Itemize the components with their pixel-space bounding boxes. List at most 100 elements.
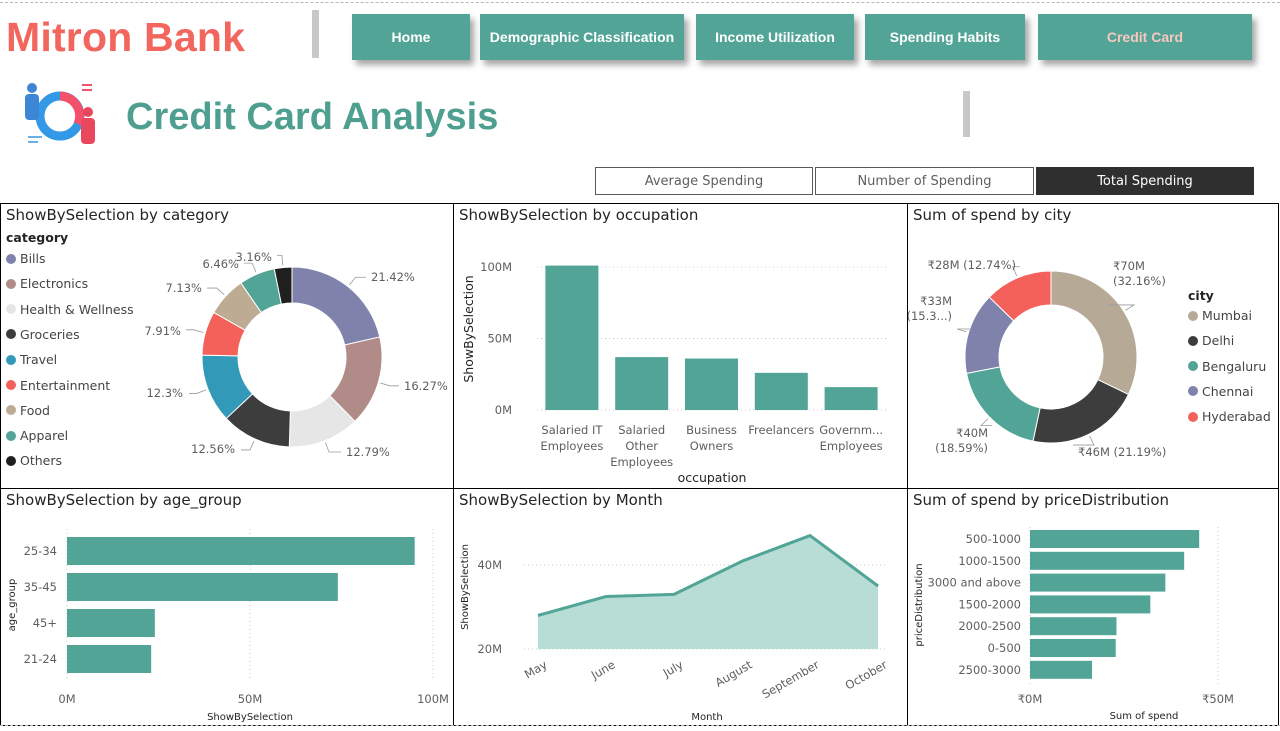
category-data-label-6: 7.13% [165,281,202,295]
category-data-label-8: 3.16% [235,250,272,264]
occupation-bar [615,357,669,410]
city-data-label-4: ₹28M (12.74%) [928,258,1016,272]
occupation-x-tick-label: Salaried IT [541,423,603,437]
age-group-bar-chart: 0M 50M 100M 25-34 35-45 45+ 21-24 ShowBySelecti… [7,529,449,723]
month-y-tick-label: 40M [477,558,502,572]
city-data-label-0: ₹70M [1113,259,1145,273]
month-area-fill [538,535,878,649]
occupation-bar [824,387,878,410]
price-bar [1030,660,1093,679]
bottom-border [0,725,1280,726]
price-y-axis-label: priceDistribution [914,563,925,646]
price-y-tick-label: 2000-2500 [958,619,1021,633]
price-x-tick-label: ₹50M [1202,692,1234,706]
occupation-x-tick-label: Employees [540,439,603,453]
category-leader-8 [277,255,284,266]
occupation-bar [545,265,599,410]
category-data-label-7: 6.46% [202,257,239,271]
price-x-tick-label: ₹0M [1018,692,1043,706]
category-data-label-0: 21.42% [371,270,415,284]
occupation-y-axis-label: ShowBySelection [461,275,476,382]
age-y-tick-label: 25-34 [24,544,57,558]
category-data-label-2: 12.79% [346,445,390,459]
category-panel: ShowBySelection by category category Bil… [0,203,454,489]
age-x-axis-label: ShowBySelection [207,712,293,723]
month-y-tick-label: 20M [477,642,502,656]
header-divider-2 [963,91,970,137]
price-distribution-bar-chart: ₹0M ₹50M 500-1000 1000-1500 3000 and above 15… [914,527,1234,722]
age-bar [67,537,415,565]
occupation-bar [685,358,738,410]
age-bar [67,609,155,637]
city-data-label-0: (32.16%) [1113,274,1166,288]
age-x-tick-label: 50M [238,692,263,706]
segment-average-spending[interactable]: Average Spending [595,167,813,195]
price-bar [1030,573,1166,592]
city-leader-3 [956,328,970,333]
segment-total-spending[interactable]: Total Spending [1036,167,1254,195]
city-data-label-3: ₹33M [920,294,952,308]
occupation-x-axis-label: occupation [678,470,747,485]
month-x-tick-label: June [588,657,618,682]
city-data-label-1: ₹46M (21.19%) [1078,445,1166,459]
month-x-tick-label: October [843,657,890,692]
category-leader-0 [349,276,366,286]
price-y-tick-label: 3000 and above [928,576,1021,590]
nav-demographic-button[interactable]: Demographic Classification [480,14,684,60]
price-y-tick-label: 1500-2000 [958,597,1021,611]
price-bar [1030,617,1117,636]
age-y-tick-label: 45+ [33,616,57,630]
occupation-y-tick-label: 0M [495,403,512,417]
age-y-tick-label: 21-24 [24,652,57,666]
nav-credit-card-button[interactable]: Credit Card [1038,14,1252,60]
price-x-axis-label: Sum of spend [1110,711,1179,722]
month-x-tick-label: September [759,657,821,701]
bank-name: Mitron Bank [6,14,246,60]
occupation-y-tick-label: 100M [480,260,512,274]
age-group-panel: ShowBySelection by age_group 0M 50M 100M 25… [0,488,454,726]
occupation-y-tick-label: 50M [487,332,512,346]
occupation-x-tick-label: Freelancers [748,423,814,437]
month-x-axis-label: Month [691,712,722,723]
city-data-label-2: (18.59%) [935,441,988,455]
occupation-bar-chart: 0M 50M 100M ShowBySelection Salaried IT Emplo… [461,260,886,485]
price-bar [1030,530,1200,548]
price-y-tick-label: 1000-1500 [958,554,1021,568]
city-donut-chart: ₹70M(32.16%) ₹46M (21.19%) ₹40M(18.59%) ₹33… [908,258,1166,459]
page-title: Credit Card Analysis [126,96,499,138]
month-x-tick-label: July [660,657,686,680]
month-panel: ShowBySelection by Month 20M 40M May June Ju… [453,488,909,726]
city-data-label-3: (15.3...) [908,309,952,323]
month-area-chart: 20M 40M May June July August September October M… [460,533,890,723]
header-divider [312,10,319,58]
category-leader-4 [189,389,207,394]
occupation-x-tick-label: Governm... [819,423,883,437]
month-x-tick-label: August [713,657,755,689]
occupation-x-tick-label: Salaried [618,423,665,437]
occupation-x-tick-label: Employees [820,439,883,453]
category-leader-5 [186,329,204,333]
occupation-bar [754,372,808,410]
category-leader-1 [380,382,399,387]
price-y-tick-label: 0-500 [988,641,1021,655]
city-slice-1 [1032,378,1130,444]
category-leader-2 [325,442,341,453]
segment-number-of-spending[interactable]: Number of Spending [815,167,1034,195]
nav-spending-habits-button[interactable]: Spending Habits [865,14,1025,60]
age-bar [67,645,152,673]
age-x-tick-label: 0M [58,692,75,706]
price-bar [1030,595,1151,614]
category-data-label-4: 12.3% [146,386,183,400]
nav-income-button[interactable]: Income Utilization [696,14,854,60]
occupation-panel: ShowBySelection by occupation 0M 50M 100M S… [453,203,909,489]
top-border [0,2,1280,3]
price-distribution-panel: Sum of spend by priceDistribution ₹0M ₹50… [907,488,1279,726]
age-bar [67,573,338,601]
nav-home-button[interactable]: Home [352,14,470,60]
age-x-tick-label: 100M [417,692,449,706]
category-data-label-1: 16.27% [404,379,448,393]
price-bar [1030,551,1185,570]
price-y-tick-label: 2500-3000 [958,663,1021,677]
category-slice-0 [291,266,381,346]
category-data-label-3: 12.56% [191,442,235,456]
